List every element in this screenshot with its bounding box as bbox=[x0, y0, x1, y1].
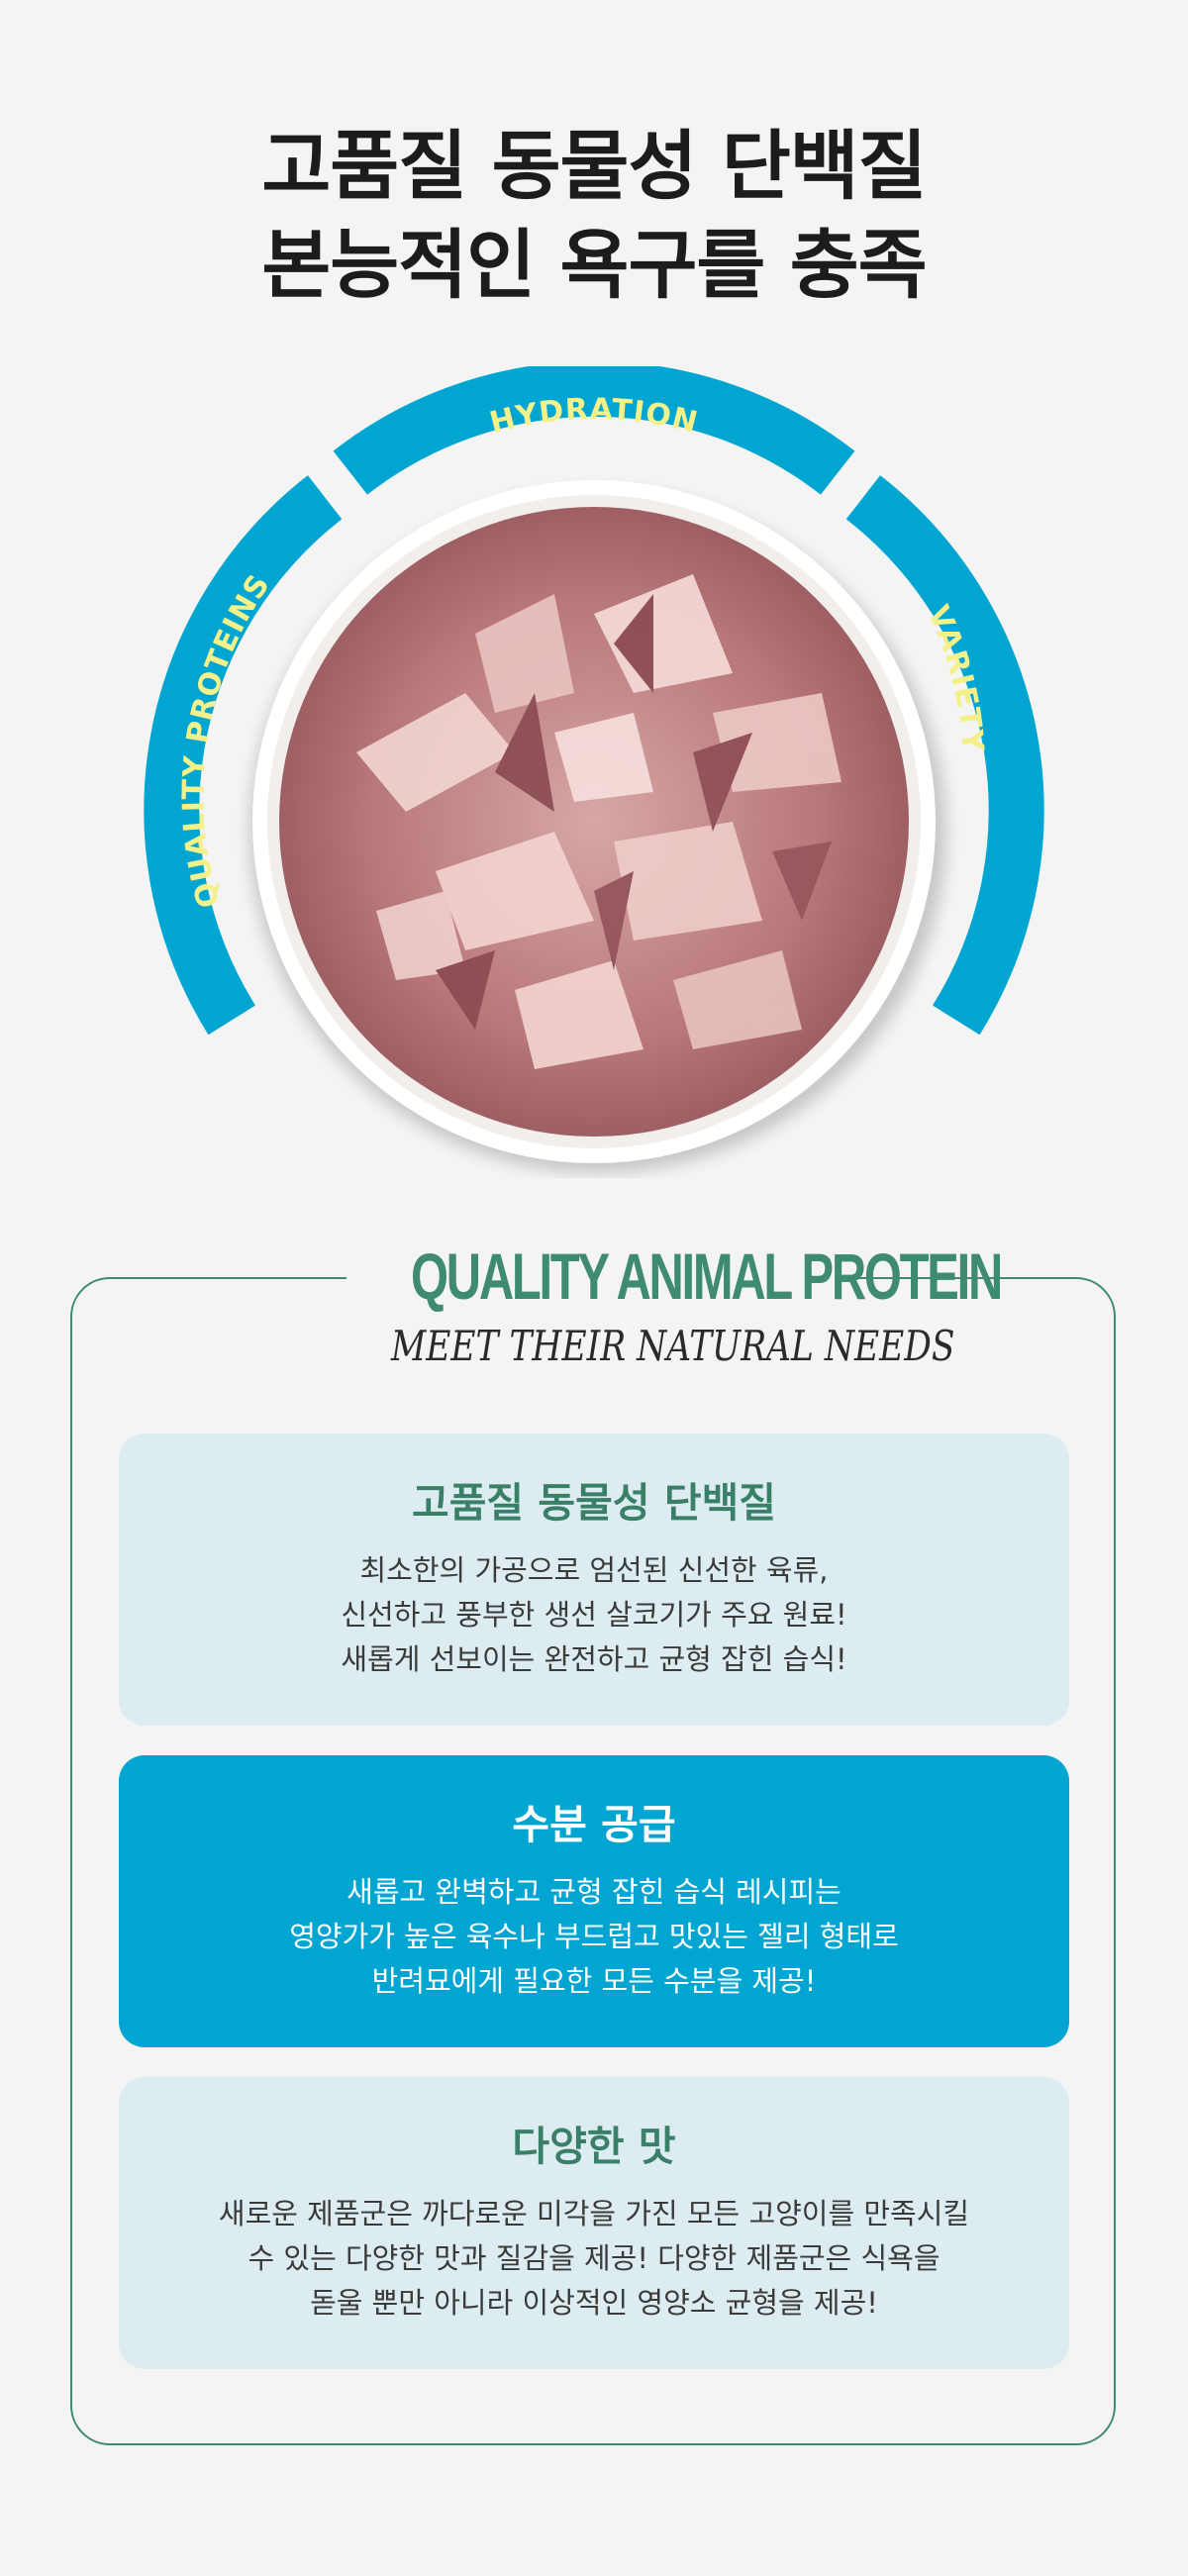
card-title: 고품질 동물성 단백질 bbox=[411, 1479, 777, 1527]
card-quality-protein: 고품질 동물성 단백질 최소한의 가공으로 엄선된 신선한 육류, 신선하고 풍… bbox=[119, 1434, 1069, 1726]
card-variety: 다양한 맛 새로운 제품군은 까다로운 미각을 가진 모든 고양이를 만족시킬 … bbox=[119, 2077, 1069, 2369]
hero-illustration: QUALITY PROTEINS HYDRATION VARIETY bbox=[144, 366, 1044, 1173]
card-line: 새롭고 완벽하고 균형 잡힌 습식 레시피는 bbox=[346, 1875, 842, 1909]
section-heading: QUALITY ANIMAL PROTEIN MEET THEIR NATURA… bbox=[346, 1233, 1003, 1381]
section-title: QUALITY ANIMAL PROTEIN bbox=[411, 1239, 1003, 1313]
card-line: 최소한의 가공으로 엄선된 신선한 육류, bbox=[359, 1553, 829, 1587]
card-title: 수분 공급 bbox=[512, 1801, 676, 1848]
card-body: 새롭고 완벽하고 균형 잡힌 습식 레시피는 영양가가 높은 육수나 부드럽고 … bbox=[119, 1870, 1069, 2004]
section-subtitle: MEET THEIR NATURAL NEEDS bbox=[391, 1322, 955, 1370]
card-line: 수 있는 다양한 맛과 질감을 제공! 다양한 제품군은 식욕을 bbox=[248, 2241, 940, 2275]
headline-line-2: 본능적인 욕구를 충족 bbox=[261, 221, 927, 309]
card-hydration: 수분 공급 새롭고 완벽하고 균형 잡힌 습식 레시피는 영양가가 높은 육수나… bbox=[119, 1755, 1069, 2047]
card-line: 새로운 제품군은 까다로운 미각을 가진 모든 고양이를 만족시킬 bbox=[218, 2197, 970, 2230]
headline-line-1: 고품질 동물성 단백질 bbox=[261, 122, 927, 210]
card-title: 다양한 맛 bbox=[512, 2123, 676, 2170]
card-line: 돋울 뿐만 아니라 이상적인 영양소 균형을 제공! bbox=[310, 2286, 878, 2320]
card-body: 새로운 제품군은 까다로운 미각을 가진 모든 고양이를 만족시킬 수 있는 다… bbox=[119, 2192, 1069, 2326]
headline: 고품질 동물성 단백질 본능적인 욕구를 충족 bbox=[0, 117, 1188, 315]
card-line: 영양가가 높은 육수나 부드럽고 맛있는 젤리 형태로 bbox=[289, 1920, 899, 1953]
card-body: 최소한의 가공으로 엄선된 신선한 육류, 신선하고 풍부한 생선 살코기가 주… bbox=[119, 1548, 1069, 1682]
card-line: 반려묘에게 필요한 모든 수분을 제공! bbox=[371, 1964, 817, 1998]
card-line: 신선하고 풍부한 생선 살코기가 주요 원료! bbox=[341, 1598, 847, 1632]
food-bowl bbox=[249, 480, 946, 1173]
card-line: 새롭게 선보이는 완전하고 균형 잡힌 습식! bbox=[341, 1642, 847, 1676]
